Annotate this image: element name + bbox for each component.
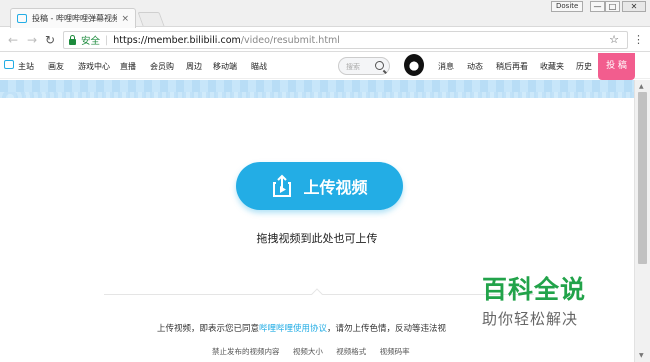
search-icon[interactable] bbox=[375, 61, 384, 70]
nav-item-watch-later[interactable]: 稍后再看 bbox=[496, 61, 528, 72]
upload-video-button[interactable]: 上传视频 bbox=[236, 162, 403, 210]
nav-item-merch[interactable]: 周边 bbox=[186, 61, 202, 72]
search-input[interactable]: 搜索 bbox=[338, 57, 390, 75]
nav-item-history[interactable]: 历史 bbox=[576, 61, 592, 72]
url-input[interactable]: 安全 | https://member.bilibili.com /video/… bbox=[63, 31, 628, 49]
link-video-size[interactable]: 视频大小 bbox=[293, 347, 323, 356]
header-banner bbox=[0, 80, 634, 98]
secure-label: 安全 bbox=[81, 36, 101, 47]
watermark-title: 百科全说 bbox=[482, 275, 587, 304]
url-path: /video/resubmit.html bbox=[240, 34, 340, 46]
nav-item-live[interactable]: 直播 bbox=[120, 61, 136, 72]
maximize-button[interactable]: □ bbox=[605, 1, 620, 12]
link-video-format[interactable]: 视频格式 bbox=[336, 347, 366, 356]
minimize-button[interactable]: — bbox=[590, 1, 605, 12]
browser-tab[interactable]: 投稿 - 哔哩哔哩弹幕视频 × bbox=[10, 8, 136, 28]
url-host: https://member.bilibili.com bbox=[113, 34, 241, 46]
window-user-badge[interactable]: Dosite bbox=[551, 1, 584, 12]
nav-item-painters[interactable]: 画友 bbox=[48, 61, 64, 72]
url-separator: | bbox=[105, 34, 109, 46]
back-icon[interactable]: ← bbox=[8, 33, 18, 47]
link-prohibited-content[interactable]: 禁止发布的视频内容 bbox=[212, 347, 280, 356]
nav-item-mobile[interactable]: 移动端 bbox=[213, 61, 237, 72]
agreement-link[interactable]: 哔哩哔哩使用协议 bbox=[259, 324, 327, 334]
watermark-subtitle: 助你轻松解决 bbox=[482, 310, 579, 328]
new-tab-button[interactable] bbox=[137, 12, 165, 26]
tab-title: 投稿 - 哔哩哔哩弹幕视频 bbox=[32, 14, 118, 23]
page-scrollbar[interactable]: ▲ ▼ bbox=[634, 80, 650, 362]
bilibili-tv-icon bbox=[17, 14, 27, 23]
nav-item-favorites[interactable]: 收藏夹 bbox=[540, 61, 564, 72]
nav-item-game[interactable]: 瞄战 bbox=[251, 61, 267, 72]
nav-item-dynamics[interactable]: 动态 bbox=[467, 61, 483, 72]
scroll-thumb[interactable] bbox=[638, 92, 647, 264]
nav-item-game-center[interactable]: 游戏中心 bbox=[78, 61, 110, 72]
agreement-prefix: 上传视频，即表示您已同意 bbox=[157, 324, 260, 334]
agreement-text: 上传视频，即表示您已同意哔哩哔哩使用协议，请勿上传色情，反动等违法视 bbox=[157, 322, 446, 334]
browser-menu-icon[interactable]: ⋮ bbox=[633, 33, 644, 46]
watermark: 百科全说 助你轻松解决 bbox=[482, 270, 622, 329]
agreement-suffix: ，请勿上传色情，反动等违法视 bbox=[327, 324, 447, 334]
reload-icon[interactable]: ↻ bbox=[45, 33, 55, 47]
close-window-button[interactable]: ✕ bbox=[622, 1, 646, 12]
forward-icon[interactable]: → bbox=[27, 33, 37, 47]
browser-titlebar: 投稿 - 哔哩哔哩弹幕视频 × Dosite — □ ✕ bbox=[0, 0, 650, 28]
link-video-bitrate[interactable]: 视频码率 bbox=[380, 347, 410, 356]
bilibili-tv-icon bbox=[4, 60, 14, 69]
avatar[interactable] bbox=[404, 54, 424, 76]
divider-notch bbox=[311, 288, 323, 300]
tab-close-icon[interactable]: × bbox=[121, 14, 129, 24]
search-placeholder: 搜索 bbox=[346, 63, 360, 71]
upload-tab-button[interactable]: 投 稿 bbox=[598, 53, 635, 80]
address-bar: ← → ↻ 安全 | https://member.bilibili.com /… bbox=[0, 28, 650, 52]
drag-hint: 拖拽视频到此处也可上传 bbox=[256, 232, 378, 245]
scroll-up-icon[interactable]: ▲ bbox=[639, 83, 644, 90]
upload-video-label: 上传视频 bbox=[303, 178, 368, 197]
bookmark-star-icon[interactable]: ☆ bbox=[609, 33, 619, 46]
site-nav: 主站 画友 游戏中心 直播 会员购 周边 移动端 瞄战 搜索 消息 动态 稍后再… bbox=[0, 53, 650, 79]
scroll-down-icon[interactable]: ▼ bbox=[639, 352, 644, 359]
nav-item-main-site[interactable]: 主站 bbox=[18, 61, 34, 72]
nav-item-mall[interactable]: 会员购 bbox=[150, 61, 174, 72]
lock-icon bbox=[69, 34, 76, 45]
upload-video-icon bbox=[273, 174, 292, 197]
nav-item-messages[interactable]: 消息 bbox=[438, 61, 454, 72]
help-links: 禁止发布的视频内容 视频大小 视频格式 视频码率 bbox=[212, 346, 421, 357]
